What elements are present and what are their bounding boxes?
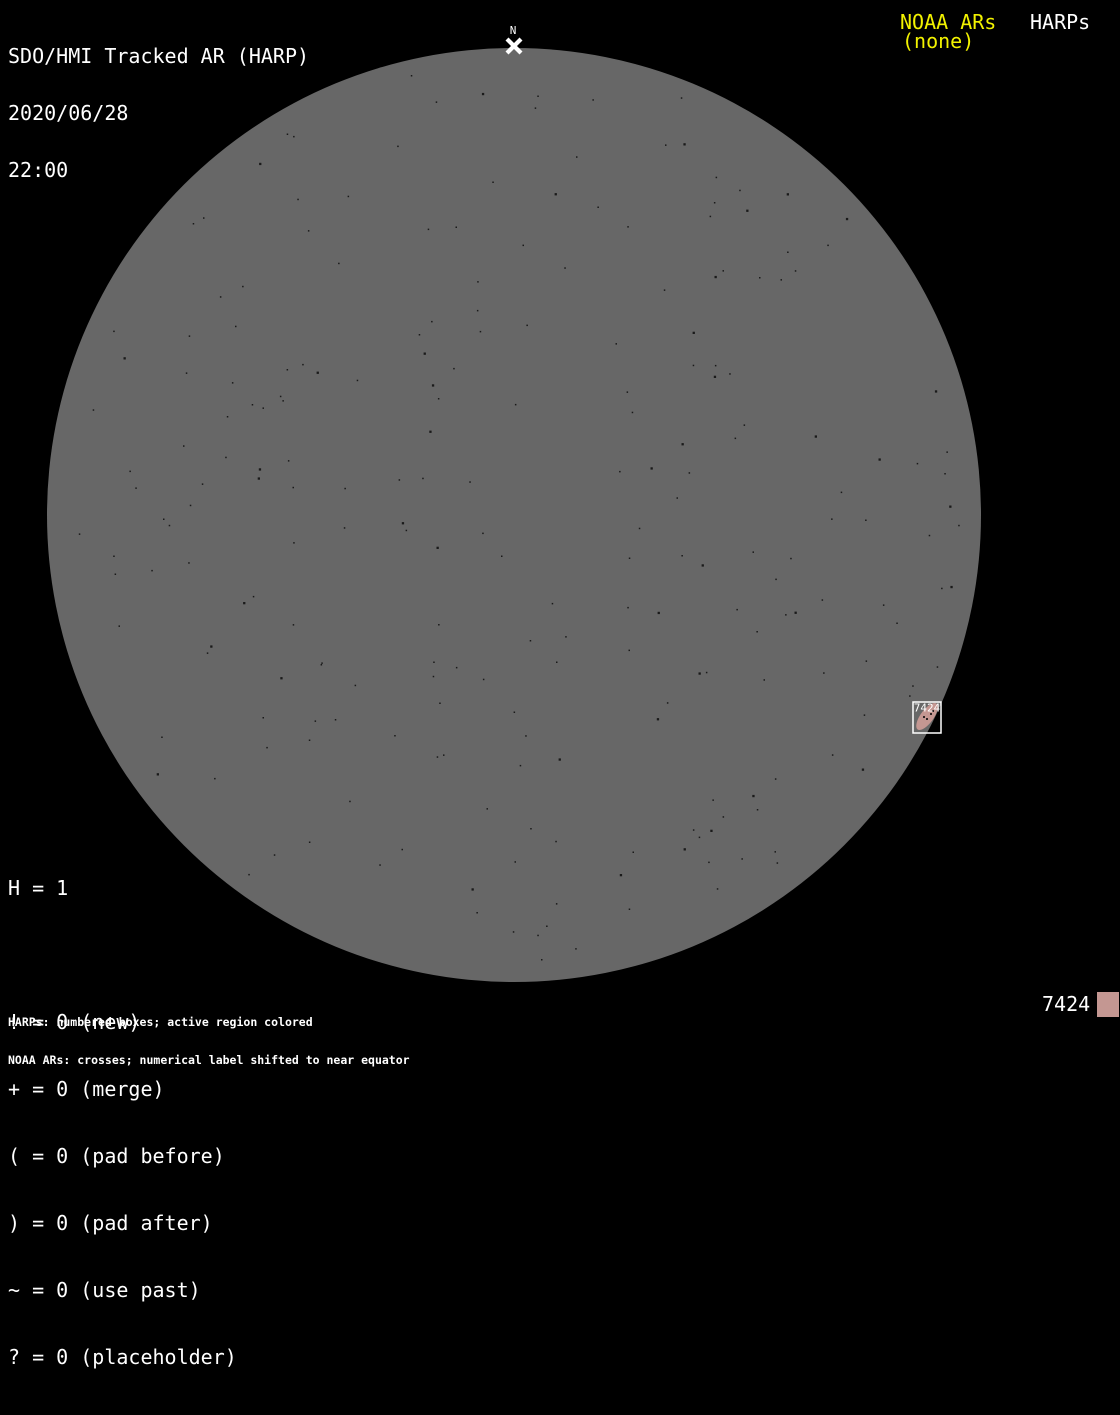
legend-item-pad-after: ) = 0 (pad after): [8, 1211, 213, 1235]
harp-color-swatch: [1097, 992, 1119, 1017]
observation-date: 2020/06/28: [8, 101, 129, 125]
page-title: SDO/HMI Tracked AR (HARP): [8, 44, 310, 68]
legend-item-pad-before: ( = 0 (pad before): [8, 1144, 225, 1168]
harp-disk-map: N 7424 SDO/HMI Tracked AR (HARP) 2020/06…: [0, 0, 1120, 1367]
footer-caption-harps: HARPs: numbered boxes; active region col…: [8, 1015, 313, 1029]
legend-item-use-past: ~ = 0 (use past): [8, 1278, 201, 1302]
footer-harp-id: 7424: [1042, 992, 1091, 1016]
observation-time: 22:00: [8, 158, 69, 182]
harps-column-label: HARPs: [1030, 10, 1091, 34]
footer-captions: HARPs: numbered boxes; active region col…: [8, 991, 410, 1091]
status-legend: H = 1 ! = 0 (new) + = 0 (merge) ( = 0 (p…: [8, 831, 237, 1415]
harp-count: H = 1: [8, 876, 69, 900]
footer-caption-noaa: NOAA ARs: crosses; numerical label shift…: [8, 1052, 410, 1067]
header-block: SDO/HMI Tracked AR (HARP) 2020/06/28 22:…: [8, 9, 309, 218]
legend-spacer: [8, 946, 237, 965]
north-pole-label: N: [510, 24, 517, 37]
harp-box-label: 7424: [914, 702, 941, 715]
noaa-ars-value: (none): [902, 29, 975, 53]
legend-item-placeholder: ? = 0 (placeholder): [8, 1345, 237, 1369]
